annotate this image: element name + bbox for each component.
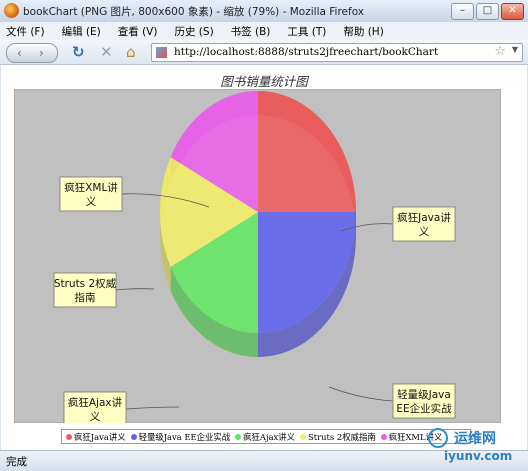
legend-item-4: Struts 2权威指南 [300, 431, 376, 443]
pie-chart: 疯狂Java讲义轻量级JavaEE企业实战疯狂Ajax讲义Struts 2权威指… [14, 89, 501, 423]
back-forward-group: ‹ › [6, 43, 58, 63]
minimize-button[interactable]: – [451, 3, 474, 20]
legend-swatch-icon [235, 433, 242, 440]
page-favicon-icon [156, 47, 167, 58]
callout-label-4-1: Struts 2权威 [54, 277, 117, 290]
navigation-toolbar: ‹ › ↻ ✕ ⌂ http://localhost:8888/struts2j… [0, 40, 528, 65]
home-icon[interactable]: ⌂ [126, 43, 136, 61]
watermark-text-en: iyunv.com [444, 449, 513, 463]
window-controls: – □ ✕ [451, 3, 524, 20]
url-dropdown-icon[interactable]: ▼ [512, 45, 518, 54]
bookmark-star-icon[interactable]: ☆ [494, 44, 506, 59]
legend-label: 轻量级Java EE企业实战 [138, 431, 231, 442]
callout-label-5-2: 义 [86, 196, 97, 208]
legend-item-2: 轻量级Java EE企业实战 [130, 431, 231, 443]
legend-swatch-icon [130, 433, 137, 440]
menu-edit[interactable]: 编辑 (E) [62, 24, 101, 39]
legend-label: Struts 2权威指南 [308, 431, 376, 442]
watermark-text-cn: 运维网 [454, 431, 496, 447]
site-watermark: 运维网 iyunv.com [428, 426, 526, 466]
watermark-logo-icon [428, 428, 448, 448]
back-icon[interactable]: ‹ [17, 44, 22, 62]
legend-item-3: 疯狂Ajax讲义 [235, 431, 295, 443]
callout-label-2-2: EE企业实战 [396, 402, 452, 415]
page-content: 图书销量统计图 疯狂Java讲义轻量级Java EE企业实战 疯狂Ajax讲义 Str… [1, 65, 527, 450]
firefox-icon [4, 3, 19, 18]
chart-title: 图书销量统计图 [220, 74, 308, 89]
callout-label-3-1: 疯狂Ajax讲 [68, 396, 123, 409]
legend-swatch-icon [66, 433, 72, 440]
window-titlebar: bookChart (PNG 图片, 800x600 象素) - 缩放 (79%… [0, 0, 528, 23]
menu-tools[interactable]: 工具 (T) [287, 24, 326, 39]
legend-label: 疯狂Ajax讲义 [243, 431, 296, 442]
legend-swatch-icon [300, 433, 307, 440]
menu-file[interactable]: 文件 (F) [6, 24, 45, 39]
url-text[interactable]: http://localhost:8888/struts2jfreechart/… [174, 46, 438, 58]
close-button[interactable]: ✕ [501, 3, 524, 20]
menu-bookmarks[interactable]: 书签 (B) [231, 24, 271, 39]
menu-view[interactable]: 查看 (V) [118, 24, 158, 39]
window-title: bookChart (PNG 图片, 800x600 象素) - 缩放 (79%… [23, 6, 365, 18]
menu-bar: 文件 (F) 编辑 (E) 查看 (V) 历史 (S) 书签 (B) 工具 (T… [0, 22, 528, 40]
menu-history[interactable]: 历史 (S) [174, 24, 213, 39]
callout-label-1-2: 义 [419, 226, 430, 238]
reload-icon[interactable]: ↻ [72, 43, 85, 61]
callout-label-3-2: 义 [90, 411, 101, 423]
stop-icon[interactable]: ✕ [100, 43, 113, 61]
chart-legend: 疯狂Java讲义 轻量级Java EE企业实战 疯狂Ajax讲义 Struts 2权威… [61, 429, 471, 444]
callout-label-4-2: 指南 [75, 291, 96, 304]
forward-icon[interactable]: › [39, 44, 44, 62]
callout-label-2-1: 轻量级Java [397, 388, 451, 401]
menu-help[interactable]: 帮助 (H) [343, 24, 383, 39]
legend-label: 疯狂Java讲义 [74, 431, 126, 442]
maximize-button[interactable]: □ [476, 3, 499, 20]
callout-label-1-1: 疯狂Java讲 [397, 211, 451, 224]
legend-swatch-icon [380, 433, 387, 440]
legend-item-1: 疯狂Java讲义 [66, 431, 126, 443]
callout-label-5-1: 疯狂XML讲 [64, 181, 118, 194]
address-bar[interactable]: http://localhost:8888/struts2jfreechart/… [151, 43, 523, 62]
status-text: 完成 [6, 456, 27, 468]
